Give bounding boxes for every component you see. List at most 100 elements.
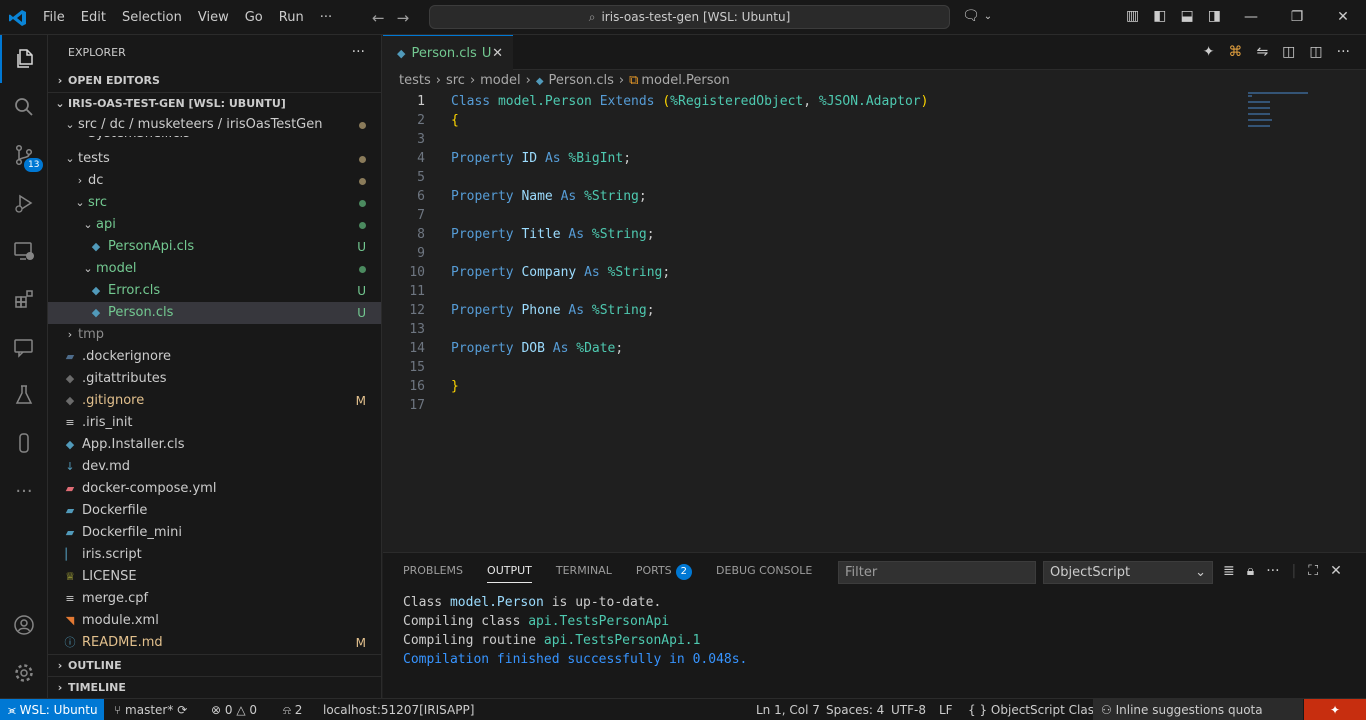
split-editor-icon[interactable]: ◫ (1309, 44, 1322, 60)
toggle-panel-icon[interactable]: ⬓ (1180, 8, 1193, 24)
remote-indicator[interactable]: ⪤ WSL: Ubuntu (0, 699, 104, 720)
outline-section[interactable]: › OUTLINE (48, 654, 381, 676)
restore-button[interactable]: ❐ (1274, 0, 1320, 35)
copilot-sparkle-icon[interactable]: ✦ (1203, 44, 1215, 60)
customize-layout-icon[interactable]: ▥ (1126, 8, 1139, 24)
more-actions-icon[interactable]: ··· (352, 35, 365, 70)
tree-file-dev-md[interactable]: ↓ dev.md (48, 456, 381, 478)
tree-file-gitignore[interactable]: ◆ .gitignore M (48, 390, 381, 412)
back-arrow-icon[interactable]: ← (372, 9, 385, 27)
menu-view[interactable]: View (190, 0, 237, 35)
close-window-button[interactable]: ✕ (1320, 0, 1366, 35)
source-control-icon[interactable]: 13 (0, 131, 48, 179)
tab-terminal[interactable]: TERMINAL (556, 553, 624, 589)
tree-file-person[interactable]: ◆ Person.cls U (48, 302, 381, 324)
tree-folder-model[interactable]: ⌄ model (48, 258, 381, 280)
minimap[interactable] (1248, 92, 1328, 132)
problems-status[interactable]: ⊗ 0 △ 0 (211, 699, 257, 720)
minimize-button[interactable]: — (1228, 0, 1274, 35)
tab-ports[interactable]: PORTS 2 (636, 553, 704, 589)
tree-file-iris-script[interactable]: ▏ iris.script (48, 544, 381, 566)
timeline-section[interactable]: › TIMELINE (48, 676, 381, 698)
extensions-icon[interactable] (0, 275, 48, 323)
clear-output-icon[interactable]: ≣ (1223, 563, 1235, 579)
tree-folder-src[interactable]: ⌄ src (48, 192, 381, 214)
command-center[interactable]: ⌕ iris-oas-test-gen [WSL: Ubuntu] (429, 5, 950, 29)
tree-file-iris-init[interactable]: ≡ .iris_init (48, 412, 381, 434)
breadcrumb-item[interactable]: src (446, 73, 465, 88)
end-of-line[interactable]: LF (939, 699, 953, 720)
tab-problems[interactable]: PROBLEMS (403, 553, 475, 589)
copilot-quota-status[interactable]: ⚇ Inline suggestions quota reached (1093, 699, 1303, 720)
code-line: 15 (383, 358, 1243, 377)
search-icon[interactable] (0, 83, 48, 131)
chat-icon[interactable]: 🗨 (962, 8, 980, 26)
open-changes-icon[interactable]: ◫ (1282, 44, 1295, 60)
more-actions-icon[interactable]: ··· (1266, 563, 1279, 579)
explorer-icon[interactable] (0, 35, 48, 83)
tree-file-gitattributes[interactable]: ◆ .gitattributes (48, 368, 381, 390)
breadcrumb-item[interactable]: tests (399, 73, 431, 88)
breadcrumb-item[interactable]: model (480, 73, 520, 88)
tree-file-docker-compose[interactable]: ▰ docker-compose.yml (48, 478, 381, 500)
tab-output[interactable]: OUTPUT (487, 553, 544, 589)
code-editor[interactable]: 1 Class model.Person Extends (%Registered… (383, 92, 1366, 552)
close-panel-icon[interactable]: ✕ (1330, 563, 1342, 579)
objectscript-action-icon[interactable]: ⌘ (1228, 44, 1242, 60)
compare-changes-icon[interactable]: ⇋ (1256, 44, 1268, 60)
tree-file-error[interactable]: ◆ Error.cls U (48, 280, 381, 302)
tree-file-merge-cpf[interactable]: ≡ merge.cpf (48, 588, 381, 610)
chat-icon[interactable] (0, 323, 48, 371)
copilot-button[interactable]: ✦ (1304, 699, 1366, 720)
tree-file-app-installer[interactable]: ◆ App.Installer.cls (48, 434, 381, 456)
remote-explorer-icon[interactable] (0, 227, 48, 275)
run-debug-icon[interactable] (0, 179, 48, 227)
output-filter-input[interactable]: Filter (838, 561, 1036, 584)
lock-scroll-icon[interactable]: 🔒︎ (1247, 563, 1254, 579)
clipboard-icon[interactable] (0, 419, 48, 467)
menu-selection[interactable]: Selection (114, 0, 190, 35)
chevron-down-icon[interactable]: ⌄ (984, 8, 992, 26)
toggle-secondary-sidebar-icon[interactable]: ◨ (1208, 8, 1221, 24)
tree-file-module-xml[interactable]: ◥ module.xml (48, 610, 381, 632)
tree-file-personapi[interactable]: ◆ PersonApi.cls U (48, 236, 381, 258)
tree-folder-api[interactable]: ⌄ api (48, 214, 381, 236)
tree-file-dockerfile[interactable]: ▰ Dockerfile (48, 500, 381, 522)
more-actions-icon[interactable]: ··· (1337, 44, 1350, 60)
tab-debug-console[interactable]: DEBUG CONSOLE (716, 553, 824, 589)
toggle-primary-sidebar-icon[interactable]: ◧ (1153, 8, 1166, 24)
testing-icon[interactable] (0, 371, 48, 419)
menu-more[interactable]: ··· (312, 0, 340, 35)
menu-file[interactable]: File (35, 0, 73, 35)
tree-file-license[interactable]: ♕ LICENSE (48, 566, 381, 588)
tree-file-dockerignore[interactable]: ▰ .dockerignore (48, 346, 381, 368)
tree-folder-tests[interactable]: ⌄ tests (48, 148, 381, 170)
server-status[interactable]: localhost:51207[IRISAPP] (323, 699, 474, 720)
encoding[interactable]: UTF-8 (891, 699, 926, 720)
tree-folder-tmp[interactable]: › tmp (48, 324, 381, 346)
breadcrumb-item[interactable]: model.Person (641, 73, 729, 88)
breadcrumb-item[interactable]: Person.cls (549, 73, 614, 88)
branch-status[interactable]: ⑂ master* ⟳ (114, 699, 187, 720)
forward-arrow-icon[interactable]: → (397, 9, 410, 27)
tree-file-dockerfile-mini[interactable]: ▰ Dockerfile_mini (48, 522, 381, 544)
tab-person-cls[interactable]: ◆ Person.cls U ✕ (383, 35, 513, 70)
ports-status[interactable]: ⍾ 2 (283, 699, 302, 720)
sticky-folder-path[interactable]: ⌄ src / dc / musketeers / irisOasTestGen (48, 114, 381, 136)
close-icon[interactable]: ✕ (492, 46, 503, 61)
tree-file-readme[interactable]: ⓘ README.md M (48, 632, 381, 654)
tree-folder-dc[interactable]: › dc (48, 170, 381, 192)
output-channel-select[interactable]: ObjectScript ⌄ (1043, 561, 1213, 584)
account-icon[interactable] (0, 601, 48, 649)
settings-gear-icon[interactable] (0, 649, 48, 697)
workspace-section[interactable]: ⌄ IRIS-OAS-TEST-GEN [WSL: UBUNTU] (48, 92, 381, 114)
more-views-icon[interactable]: ··· (0, 467, 48, 515)
cursor-position[interactable]: Ln 1, Col 7 (756, 699, 820, 720)
menu-go[interactable]: Go (237, 0, 271, 35)
language-mode[interactable]: { } ObjectScript Class (968, 699, 1100, 720)
maximize-panel-icon[interactable]: ⛶ (1308, 563, 1318, 579)
indentation[interactable]: Spaces: 4 (826, 699, 884, 720)
open-editors-section[interactable]: › OPEN EDITORS (48, 70, 381, 92)
menu-edit[interactable]: Edit (73, 0, 114, 35)
menu-run[interactable]: Run (271, 0, 312, 35)
